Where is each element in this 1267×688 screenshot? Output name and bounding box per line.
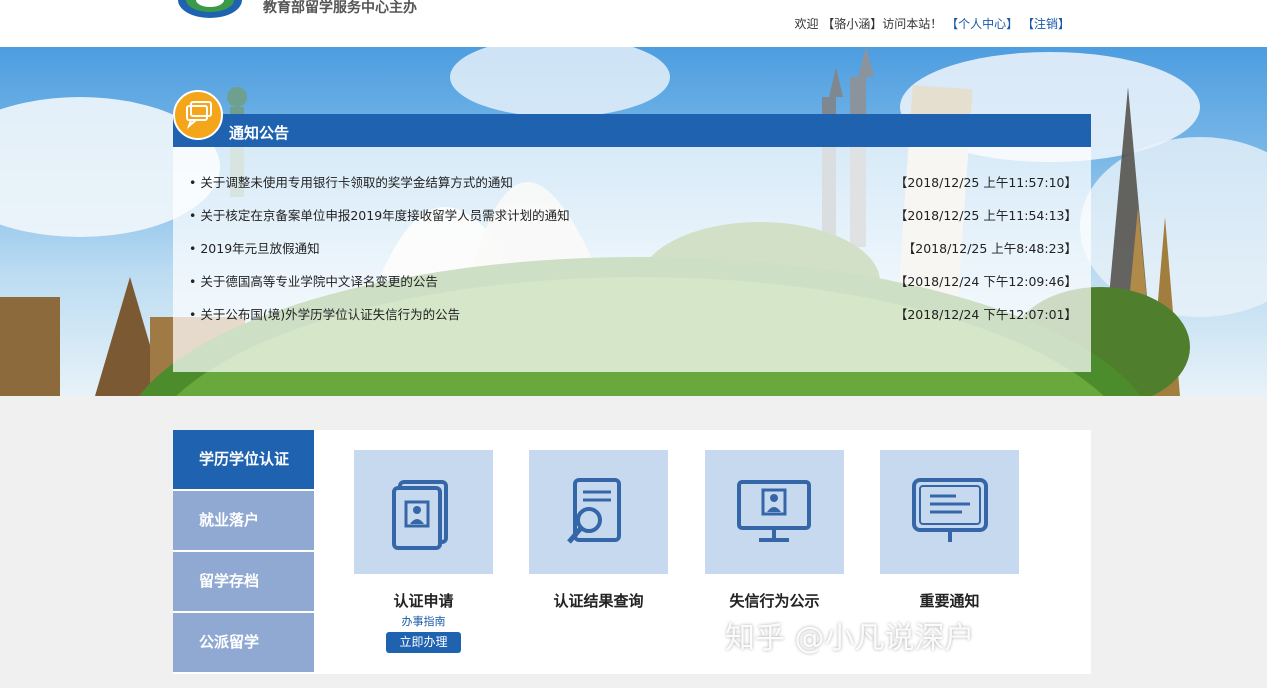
sidebar-item-study-archive[interactable]: 留学存档 (173, 552, 314, 611)
logo (178, 0, 242, 18)
important-notice-tile[interactable] (880, 450, 1019, 574)
card-certification-apply: 认证申请 办事指南 立即办理 (354, 450, 493, 653)
notice-item: • 关于调整未使用专用银行卡领取的奖学金结算方式的通知 【2018/12/25 … (189, 166, 1077, 199)
sidebar-item-employment-settlement[interactable]: 就业落户 (173, 491, 314, 550)
logout-link[interactable]: 【注销】 (1022, 17, 1070, 31)
card-label: 认证结果查询 (553, 592, 644, 610)
notice-item: • 关于德国高等专业学院中文译名变更的公告 【2018/12/24 下午12:0… (189, 265, 1077, 298)
notice-item: • 关于公布国(境)外学历学位认证失信行为的公告 【2018/12/24 下午1… (189, 298, 1077, 331)
document-search-icon (567, 478, 621, 544)
notice-item-title[interactable]: • 2019年元旦放假通知 (189, 238, 320, 257)
notice-item-date: 【2018/12/25 上午11:57:10】 (894, 175, 1077, 190)
notice-item-title[interactable]: • 关于调整未使用专用银行卡领取的奖学金结算方式的通知 (189, 172, 513, 191)
notice-item: • 关于核定在京备案单位申报2019年度接收留学人员需求计划的通知 【2018/… (189, 199, 1077, 232)
notice-item-title[interactable]: • 关于核定在京备案单位申报2019年度接收留学人员需求计划的通知 (189, 205, 570, 224)
welcome-text: 欢迎 【骆小涵】访问本站！ (794, 17, 943, 31)
notice-item-date: 【2018/12/25 上午8:48:23】 (902, 241, 1077, 256)
organizer-label: 教育部留学服务中心主办 (263, 0, 417, 16)
notice-panel: 通知公告 • 关于调整未使用专用银行卡领取的奖学金结算方式的通知 【2018/1… (173, 90, 1091, 372)
top-header: 教育部留学服务中心主办 欢迎 【骆小涵】访问本站！ 【个人中心】 【注销】 (0, 0, 1267, 47)
result-query-tile[interactable] (529, 450, 668, 574)
notice-header: 通知公告 (173, 90, 1091, 147)
monitor-person-icon (737, 480, 811, 542)
card-result-query: 认证结果查询 (529, 450, 668, 611)
notice-item-date: 【2018/12/24 下午12:09:46】 (894, 274, 1077, 289)
notice-board-icon (912, 478, 988, 542)
notice-title: 通知公告 (229, 124, 290, 142)
card-dishonesty-publicity: 失信行为公示 (705, 450, 844, 611)
document-id-icon (392, 480, 448, 550)
certification-apply-tile[interactable] (354, 450, 493, 574)
speech-bubble-icon (173, 90, 223, 140)
dishonesty-publicity-tile[interactable] (705, 450, 844, 574)
notice-item-date: 【2018/12/25 上午11:54:13】 (894, 208, 1077, 223)
watermark-text: 知乎 @小凡说深户 (725, 621, 975, 656)
notice-item-title[interactable]: • 关于公布国(境)外学历学位认证失信行为的公告 (189, 304, 460, 323)
guide-link[interactable]: 办事指南 (354, 613, 493, 629)
user-bar: 欢迎 【骆小涵】访问本站！ 【个人中心】 【注销】 (794, 15, 1070, 32)
notice-item: • 2019年元旦放假通知 【2018/12/25 上午8:48:23】 (189, 232, 1077, 265)
notice-item-date: 【2018/12/24 下午12:07:01】 (894, 307, 1077, 322)
card-label: 重要通知 (919, 592, 980, 610)
sidebar-item-government-study[interactable]: 公派留学 (173, 613, 314, 672)
sidebar-item-degree-certification[interactable]: 学历学位认证 (173, 430, 314, 489)
card-important-notice: 重要通知 (880, 450, 1019, 611)
notice-list: • 关于调整未使用专用银行卡领取的奖学金结算方式的通知 【2018/12/25 … (189, 166, 1077, 331)
notice-item-title[interactable]: • 关于德国高等专业学院中文译名变更的公告 (189, 271, 438, 290)
hero-banner: 通知公告 • 关于调整未使用专用银行卡领取的奖学金结算方式的通知 【2018/1… (0, 47, 1267, 396)
apply-now-button[interactable]: 立即办理 (386, 632, 461, 653)
card-label: 认证申请 (393, 592, 454, 610)
personal-center-link[interactable]: 【个人中心】 (946, 17, 1018, 31)
service-sidebar: 学历学位认证 就业落户 留学存档 公派留学 (173, 430, 314, 674)
card-label: 失信行为公示 (729, 592, 820, 610)
